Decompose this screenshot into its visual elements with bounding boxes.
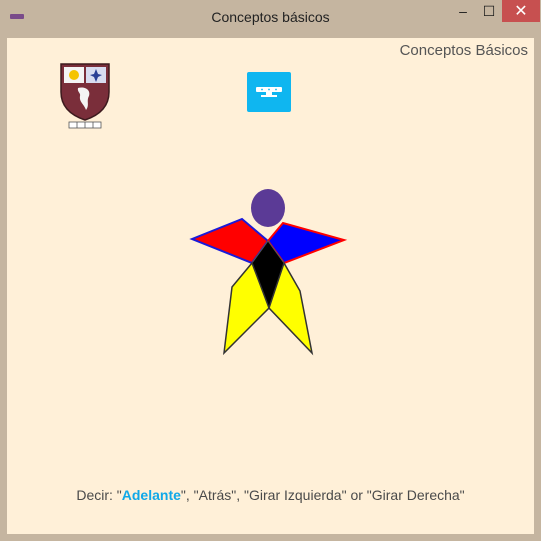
- robot-figure: [189, 189, 348, 356]
- close-button[interactable]: ✕: [502, 0, 540, 22]
- app-window: Conceptos básicos – ☐ ✕ Conceptos Básico…: [0, 0, 541, 541]
- instruction-prefix: Decir: ": [76, 487, 122, 503]
- title-bar[interactable]: Conceptos básicos – ☐ ✕: [0, 0, 541, 38]
- instruction-suffix: ", "Atrás", "Girar Izquierda" or "Girar …: [180, 487, 465, 503]
- kinect-sensor-icon[interactable]: [247, 72, 291, 112]
- client-area: Conceptos Básicos Decir: "Adelante", "At…: [7, 38, 534, 534]
- voice-instruction: Decir: "Adelante", "Atrás", "Girar Izqui…: [7, 487, 534, 503]
- page-title: Conceptos Básicos: [399, 42, 528, 59]
- instruction-highlighted-command: Adelante: [121, 487, 181, 503]
- robot-head: [251, 189, 285, 227]
- maximize-button[interactable]: ☐: [476, 0, 502, 22]
- minimize-button[interactable]: –: [450, 0, 476, 22]
- school-crest-icon: [60, 63, 110, 129]
